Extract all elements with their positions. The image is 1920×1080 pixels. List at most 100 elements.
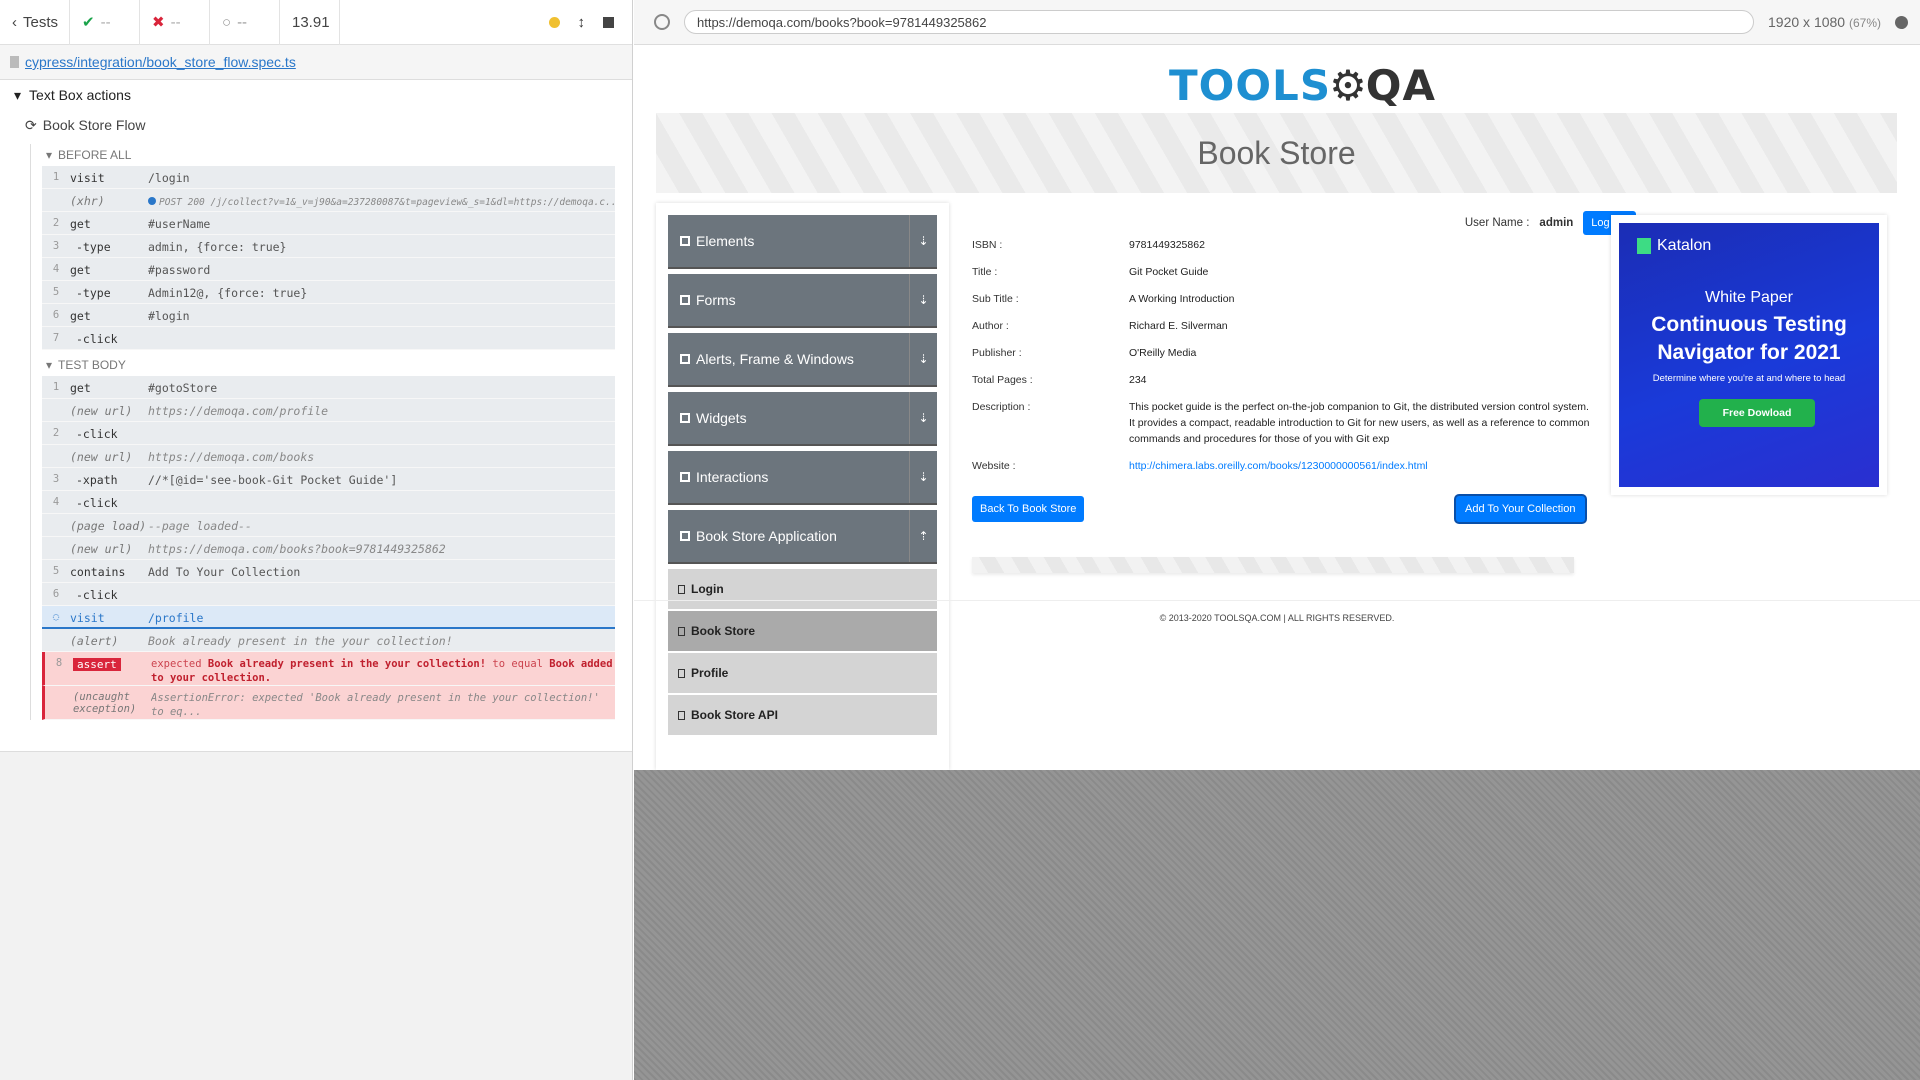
- command-row[interactable]: 5 contains Add To Your Collection: [42, 560, 615, 583]
- website-link[interactable]: http://chimera.labs.oreilly.com/books/12…: [1129, 458, 1592, 474]
- author-row: Author : Richard E. Silverman: [972, 320, 1228, 332]
- menu-groups: Elements ⇣ Forms ⇣ Alerts, Frame & Windows ⇣ W…: [668, 215, 937, 564]
- book-icon: [678, 626, 685, 636]
- expand-icon[interactable]: ⇣: [909, 274, 937, 326]
- back-to-store-button[interactable]: Back To Book Store: [972, 496, 1085, 522]
- menu-item-profile[interactable]: Profile: [668, 653, 937, 695]
- uncaught-exception-command[interactable]: (uncaught exception) AssertionError: exp…: [42, 686, 615, 720]
- user-name-label: User Name :: [1464, 217, 1530, 229]
- command-row[interactable]: (page load) --page loaded--: [42, 514, 615, 537]
- failed-stat: ✖ --: [140, 0, 210, 45]
- command-row[interactable]: (new url) https://demoqa.com/books?book=9…: [42, 537, 615, 560]
- group-icon: [680, 236, 690, 246]
- command-row[interactable]: (new url) https://demoqa.com/books: [42, 445, 615, 468]
- command-row[interactable]: (alert) Book already present in the your …: [42, 629, 615, 652]
- command-area: ▾ BEFORE ALL 1 visit/login (xhr) POST 200 /…: [30, 144, 615, 720]
- expand-icon[interactable]: ⇣: [909, 333, 937, 385]
- gear-icon: ⚙: [1329, 60, 1368, 110]
- test-body-hook[interactable]: ▾ TEST BODY: [31, 354, 613, 376]
- header-spacer: [340, 0, 549, 45]
- command-row[interactable]: (new url) https://demoqa.com/profile: [42, 399, 615, 422]
- menu-group-forms[interactable]: Forms ⇣: [668, 274, 937, 328]
- command-row[interactable]: 4 get #password: [42, 258, 615, 281]
- command-row[interactable]: 7 -click: [42, 327, 615, 350]
- isbn-row: ISBN :9781449325862: [972, 239, 1205, 251]
- book-details: ISBN :9781449325862 Title : Git Pocket Gu…: [972, 237, 1592, 485]
- runner-controls: ↕: [548, 14, 633, 31]
- book-icon: [678, 584, 685, 594]
- command-row[interactable]: ◌ visit/profile: [42, 606, 615, 629]
- assert-command[interactable]: 8 assert expected Book already present i…: [42, 652, 615, 686]
- command-row[interactable]: 1 get #gotoStore: [42, 376, 615, 399]
- expand-icon[interactable]: ⇣: [909, 215, 937, 267]
- command-row[interactable]: 2 -click: [42, 422, 615, 445]
- command-row[interactable]: (xhr) POST 200 /j/collect?v=1&_v=j90&a=23…: [42, 189, 615, 212]
- command-row[interactable]: 3 -type admin, {force: true}: [42, 235, 615, 258]
- page-footer: © 2013-2020 TOOLSQA.COM | ALL RIGHTS RES…: [634, 600, 1920, 623]
- assert-badge: assert: [73, 658, 121, 671]
- tests-label: Tests: [23, 13, 59, 31]
- book-icon: [678, 668, 685, 678]
- test-title[interactable]: ⟳ Book Store Flow: [0, 110, 632, 140]
- url-bar: https://demoqa.com/books?book=9781449325…: [634, 0, 1920, 45]
- selector-playground-icon[interactable]: [654, 14, 670, 30]
- collapse-icon[interactable]: ⇡: [909, 510, 937, 562]
- app-frame: TOOLS ⚙ QA Book Store Elements ⇣ Forms ⇣ Alert…: [634, 45, 1920, 770]
- menu-group-alerts-frame-windows[interactable]: Alerts, Frame & Windows ⇣: [668, 333, 937, 387]
- spec-file-bar: cypress/integration/book_store_flow.spec…: [0, 45, 632, 80]
- menu-group-widgets[interactable]: Widgets ⇣: [668, 392, 937, 446]
- tests-back-button[interactable]: ‹ Tests: [0, 0, 70, 45]
- url-field[interactable]: https://demoqa.com/books?book=9781449325…: [684, 10, 1755, 34]
- ad-subtitle: Determine where you're at and where to h…: [1652, 373, 1846, 384]
- app-preview-panel: https://demoqa.com/books?book=9781449325…: [634, 0, 1920, 1080]
- empty-viewport-area: [634, 770, 1920, 1080]
- add-to-collection-button[interactable]: Add To Your Collection: [1456, 496, 1585, 522]
- info-icon[interactable]: [1895, 15, 1908, 29]
- expand-icon[interactable]: ⇣: [909, 392, 937, 444]
- expand-icon[interactable]: ⇣: [909, 451, 937, 503]
- book-store-submenu: Login Book Store Profile Book Store API: [668, 569, 937, 737]
- user-name-value: admin: [1539, 217, 1574, 229]
- book-icon: [678, 710, 685, 720]
- page-title: Book Store: [1197, 134, 1356, 171]
- running-indicator-icon: [548, 16, 560, 28]
- runner-empty-area: [0, 752, 632, 1080]
- command-row[interactable]: 5 -type Admin12@, {force: true}: [42, 281, 615, 304]
- menu-item-book-store-api[interactable]: Book Store API: [668, 695, 937, 737]
- before-all-hook[interactable]: ▾ BEFORE ALL: [31, 144, 613, 166]
- katalon-ad[interactable]: Katalon White Paper Continuous Testing N…: [1611, 215, 1887, 495]
- publisher-row: Publisher : O'Reilly Media: [972, 347, 1197, 359]
- group-icon: [680, 295, 690, 305]
- passed-stat: ✔ --: [70, 0, 140, 45]
- command-row[interactable]: 3 -xpath//*[@id='see-book-Git Pocket Guid…: [42, 468, 615, 491]
- scroll-toggle-icon[interactable]: ↕: [578, 14, 586, 31]
- suite-title[interactable]: ▾ Text Box actions: [0, 80, 632, 110]
- command-row[interactable]: 2 get #userName: [42, 212, 615, 235]
- refresh-icon: ⟳: [25, 116, 37, 133]
- check-icon: ✔: [82, 14, 95, 31]
- toolsqa-logo[interactable]: TOOLS ⚙ QA: [1169, 60, 1436, 110]
- command-row[interactable]: 6 get #login: [42, 304, 615, 327]
- pending-stat: ○ --: [210, 0, 280, 45]
- circle-icon: ○: [222, 13, 232, 31]
- spec-path-link[interactable]: cypress/integration/book_store_flow.spec…: [25, 54, 296, 70]
- stop-button[interactable]: [603, 16, 614, 28]
- subtitle-row: Sub Title :A Working Introduction: [972, 293, 1235, 305]
- group-icon: [680, 354, 690, 364]
- viewport-size: 1920 x 1080 (67%): [1768, 14, 1881, 30]
- menu-group-interactions[interactable]: Interactions ⇣: [668, 451, 937, 505]
- ad-kicker: White Paper: [1704, 289, 1794, 306]
- ad-cta-button[interactable]: Free Dowload: [1699, 399, 1815, 427]
- command-row[interactable]: 4 -click: [42, 491, 615, 514]
- x-icon: ✖: [152, 14, 165, 31]
- command-row[interactable]: 6 -click: [42, 583, 615, 606]
- chevron-left-icon: ‹: [12, 13, 17, 31]
- menu-group-book-store-application[interactable]: Book Store Application ⇡: [668, 510, 937, 564]
- file-icon: [10, 56, 19, 68]
- loading-spinner-icon: ◌: [52, 611, 60, 623]
- ad-brand: Katalon: [1637, 237, 1711, 255]
- katalon-logo-icon: [1637, 238, 1651, 254]
- command-row[interactable]: 1 visit/login: [42, 166, 615, 189]
- menu-group-elements[interactable]: Elements ⇣: [668, 215, 937, 269]
- duration: 13.91: [280, 0, 340, 45]
